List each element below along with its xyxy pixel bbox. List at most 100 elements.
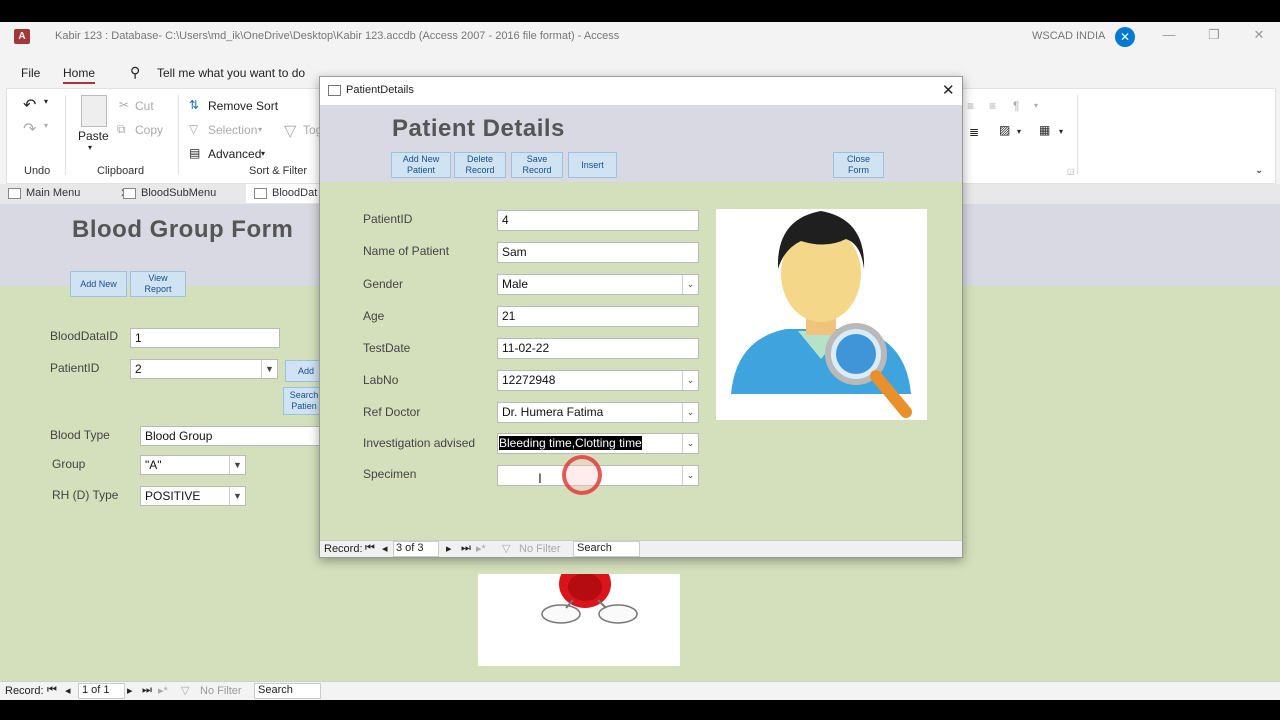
outdent-icon[interactable]: ≡: [967, 99, 974, 113]
close-dialog-icon[interactable]: ✕: [942, 81, 955, 99]
collapse-ribbon-icon[interactable]: ⌄: [1255, 165, 1263, 176]
gender-combo[interactable]: Male ⌄: [497, 274, 699, 295]
add-new-button[interactable]: Add New: [70, 271, 127, 297]
cut-button[interactable]: Cut: [135, 99, 154, 113]
view-report-button[interactable]: View Report: [130, 271, 186, 297]
menu-file[interactable]: File: [21, 66, 40, 80]
age-field[interactable]: 21: [497, 306, 699, 327]
advanced-dropdown-icon[interactable]: ▾: [261, 149, 265, 158]
gridlines-icon[interactable]: ▦: [1039, 123, 1050, 137]
chevron-down-icon[interactable]: ▼: [261, 360, 277, 378]
chevron-down-icon[interactable]: ▼: [229, 487, 245, 505]
selection-button[interactable]: Selection: [208, 123, 257, 137]
advanced-button[interactable]: Advanced: [208, 147, 261, 161]
next-record-icon[interactable]: ▸: [127, 684, 133, 697]
dialog-launcher-icon[interactable]: ◲: [1067, 167, 1075, 176]
labno-value: 12272948: [502, 373, 556, 387]
prev-record-icon[interactable]: ◂: [382, 542, 388, 555]
gender-value: Male: [502, 277, 529, 291]
record-number-input[interactable]: 1 of 1: [78, 683, 125, 699]
record-label: Record:: [324, 543, 363, 555]
search-input[interactable]: Search: [254, 683, 321, 699]
investigation-combo[interactable]: Bleeding time,Clotting time ⌄: [497, 433, 699, 454]
patientid-combo[interactable]: 2 ▼: [130, 359, 278, 379]
minimize-icon[interactable]: —: [1159, 27, 1179, 42]
bloodtype-field[interactable]: Blood Group: [140, 426, 325, 446]
highlight-icon[interactable]: ▨: [999, 123, 1010, 137]
search-input[interactable]: Search: [573, 541, 640, 557]
window-title: Kabir 123 : Database- C:\Users\md_ik\One…: [55, 30, 620, 42]
gridlines-dropdown-icon[interactable]: ▾: [1059, 127, 1063, 136]
no-filter-button[interactable]: No Filter: [519, 543, 561, 555]
text-cursor-icon: I: [538, 470, 542, 486]
group-combo[interactable]: "A" ▼: [140, 455, 246, 475]
user-avatar-icon[interactable]: ✕: [1115, 27, 1135, 47]
last-record-icon[interactable]: ⏭: [461, 542, 471, 555]
lightbulb-search-icon[interactable]: ⚲: [130, 64, 140, 81]
paste-icon[interactable]: [81, 95, 107, 127]
chevron-down-icon[interactable]: ▼: [229, 456, 245, 474]
paste-dropdown-icon[interactable]: ▾: [88, 143, 92, 152]
name-label: Name of Patient: [363, 244, 450, 258]
save-record-button[interactable]: Save Record: [511, 152, 563, 178]
chevron-down-icon[interactable]: ⌄: [682, 434, 698, 453]
sortfilter-group-label: Sort & Filter: [249, 165, 308, 177]
patientid-field[interactable]: 4: [497, 210, 699, 231]
testdate-label: TestDate: [363, 341, 411, 355]
rh-type-combo[interactable]: POSITIVE ▼: [140, 486, 246, 506]
specimen-label: Specimen: [363, 467, 417, 481]
undo-dropdown-icon[interactable]: ▾: [44, 97, 48, 106]
selection-dropdown-icon: ▾: [258, 125, 263, 134]
copy-button[interactable]: Copy: [135, 123, 163, 137]
menu-home[interactable]: Home: [63, 66, 96, 84]
divider: [1077, 95, 1078, 175]
align-icon[interactable]: ≣: [969, 125, 979, 139]
delete-record-button[interactable]: Delete Record: [454, 152, 506, 178]
insert-button[interactable]: Insert: [568, 152, 617, 178]
blood-drop-mascot-image: [478, 560, 680, 666]
chevron-down-icon[interactable]: ⌄: [682, 403, 698, 422]
labno-combo[interactable]: 12272948 ⌄: [497, 370, 699, 391]
user-name[interactable]: WSCAD INDIA: [1032, 30, 1105, 42]
close-window-icon[interactable]: ✕: [1249, 27, 1269, 43]
tab-bloodsubmenu[interactable]: BloodSubMenu ✕: [115, 184, 260, 203]
close-form-button[interactable]: Close Form: [833, 152, 884, 178]
patientid-label: PatientID: [50, 361, 100, 375]
refdoctor-combo[interactable]: Dr. Humera Fatima ⌄: [497, 402, 699, 423]
toggle-filter-icon[interactable]: ▽: [284, 121, 296, 141]
name-field[interactable]: Sam: [497, 242, 699, 263]
form-icon: [254, 188, 267, 199]
indent-icon[interactable]: ≡: [989, 99, 996, 113]
blooddataid-label: BloodDataID: [50, 329, 119, 343]
prev-record-icon[interactable]: ◂: [65, 684, 71, 697]
paragraph-icon[interactable]: ¶: [1013, 99, 1019, 113]
first-record-icon[interactable]: ⏮: [47, 684, 57, 697]
record-number-input[interactable]: 3 of 3: [393, 541, 439, 557]
dialog-status-bar: Record: ⏮ ◂ 3 of 3 ▸ ⏭ ▸* ▽ No Filter Se…: [320, 540, 962, 557]
redo-icon[interactable]: ↷: [23, 119, 36, 139]
last-record-icon[interactable]: ⏭: [142, 684, 152, 697]
add-new-patient-button[interactable]: Add New Patient: [391, 152, 451, 178]
chevron-down-icon[interactable]: ⌄: [682, 466, 698, 485]
restore-icon[interactable]: ❐: [1204, 27, 1224, 43]
testdate-field[interactable]: 11-02-22: [497, 338, 699, 359]
remove-sort-button[interactable]: Remove Sort: [208, 99, 278, 113]
refdoctor-label: Ref Doctor: [363, 405, 421, 419]
access-logo-icon: A: [14, 29, 30, 44]
new-record-icon[interactable]: ▸*: [476, 542, 486, 555]
paste-button[interactable]: Paste: [78, 129, 109, 143]
chevron-down-icon[interactable]: ⌄: [682, 275, 698, 294]
tell-me-input[interactable]: Tell me what you want to do: [157, 66, 305, 80]
blooddataid-field[interactable]: 1: [130, 328, 280, 348]
first-record-icon[interactable]: ⏮: [365, 542, 375, 555]
tab-main-menu[interactable]: Main Menu ✕: [0, 184, 130, 203]
access-window: A Kabir 123 : Database- C:\Users\md_ik\O…: [0, 22, 1280, 700]
patient-details-dialog: PatientDetails ✕ Patient Details Add New…: [319, 76, 963, 558]
chevron-down-icon[interactable]: ⌄: [682, 371, 698, 390]
no-filter-button[interactable]: No Filter: [200, 685, 242, 697]
clipboard-group-label: Clipboard: [97, 165, 145, 177]
highlight-dropdown-icon[interactable]: ▾: [1017, 127, 1021, 136]
new-record-icon[interactable]: ▸*: [158, 684, 168, 697]
next-record-icon[interactable]: ▸: [446, 542, 452, 555]
undo-icon[interactable]: ↶: [23, 95, 36, 115]
